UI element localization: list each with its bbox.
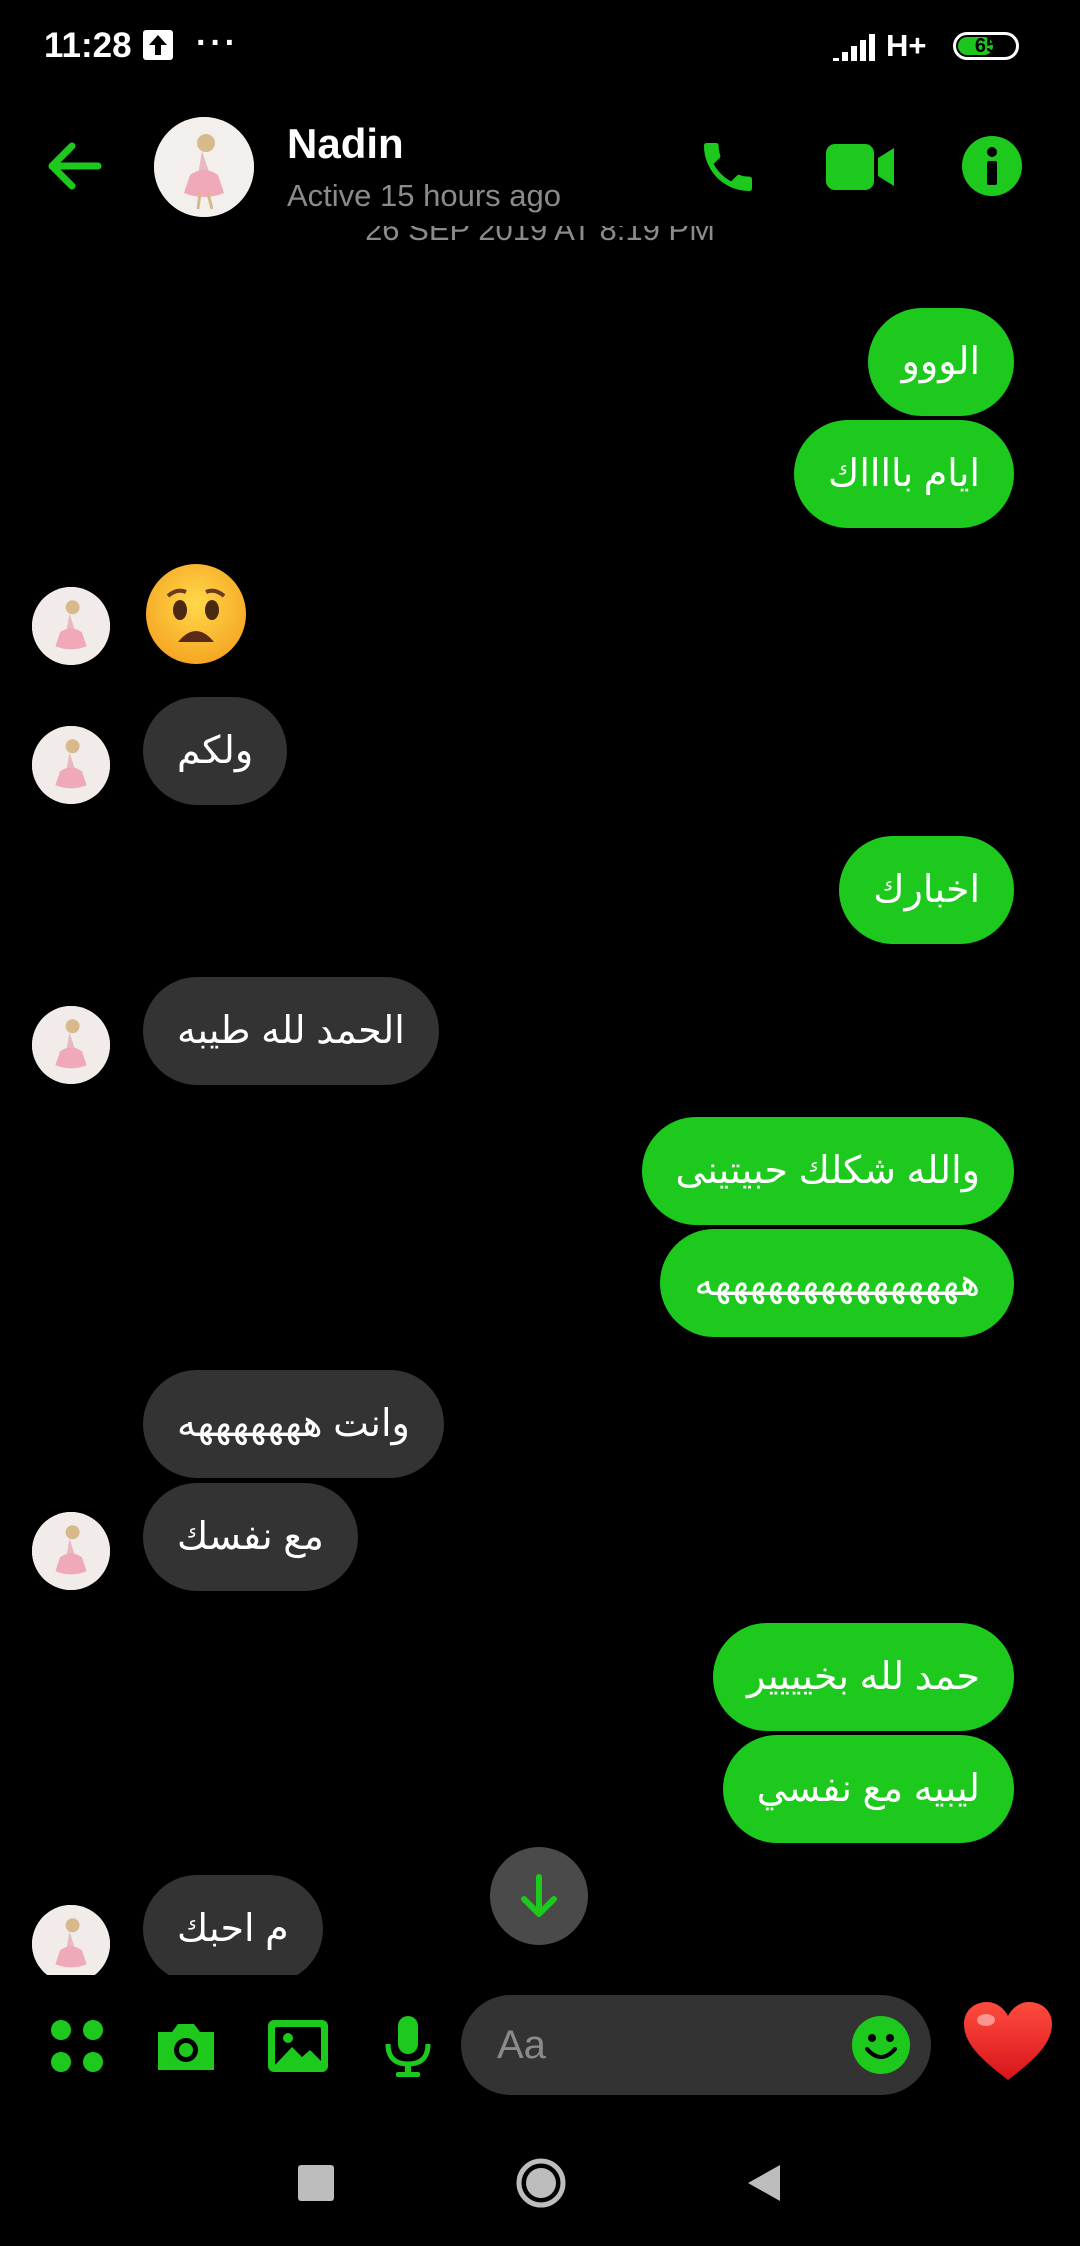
camera-icon[interactable] [154,2014,218,2078]
message-received[interactable]: وانت هههههههه [143,1370,444,1478]
message-sent[interactable]: ايام بااااك [794,420,1014,528]
home-button[interactable] [515,2157,567,2209]
message-received[interactable]: ولكم [143,697,288,805]
smiley-icon[interactable] [851,2015,911,2075]
microphone-icon[interactable] [376,2014,440,2078]
sender-avatar[interactable] [32,726,110,804]
gallery-icon[interactable] [266,2014,330,2078]
message-received[interactable]: الحمد لله طيبه [143,977,439,1085]
message-sent[interactable]: هههههههههههههههه [660,1229,1014,1337]
worried-face-emoji[interactable] [144,562,248,666]
recent-apps-button[interactable] [298,2165,334,2201]
sender-avatar[interactable] [32,1905,110,1975]
message-sent[interactable]: الووو [867,308,1014,416]
message-list[interactable]: الووو ايام بااااك ولكم اخبارك الحمد لله … [0,0,1080,1975]
message-input-placeholder[interactable]: Aa [497,1995,546,2095]
message-sent[interactable]: والله شكلك حبيتينى [641,1117,1014,1225]
message-received[interactable]: م احبك [143,1875,323,1975]
nav-back-button[interactable] [742,2161,784,2205]
heart-icon[interactable] [962,2000,1054,2084]
message-sent[interactable]: ليبيه مع نفسي [722,1735,1014,1843]
sender-avatar[interactable] [32,587,110,665]
scroll-to-bottom-button[interactable] [490,1847,588,1945]
sender-avatar[interactable] [32,1512,110,1590]
sender-avatar[interactable] [32,1006,110,1084]
message-sent[interactable]: حمد لله بخيييير [713,1623,1014,1731]
scroll-down-arrow-icon [521,1874,557,1917]
apps-grid-icon[interactable] [45,2014,109,2078]
message-received[interactable]: مع نفسك [143,1483,358,1591]
message-sent[interactable]: اخبارك [839,836,1014,944]
message-input[interactable]: Aa [461,1995,931,2095]
